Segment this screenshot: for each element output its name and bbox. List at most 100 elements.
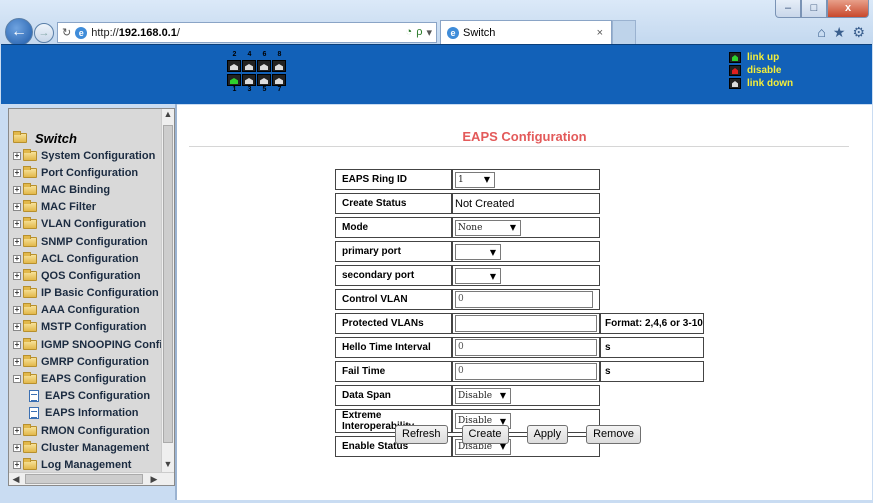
secondary-port-select[interactable]: ▼ (455, 268, 501, 284)
port-5-icon[interactable] (257, 74, 271, 86)
tab-switch[interactable]: e Switch × (440, 20, 612, 44)
control-vlan-input[interactable]: 0 (455, 291, 593, 308)
new-tab-button[interactable] (612, 20, 636, 44)
expand-icon[interactable]: + (13, 323, 21, 332)
tree-root[interactable]: Switch (9, 129, 162, 147)
create-button[interactable]: Create (461, 425, 509, 444)
expand-icon[interactable]: + (13, 460, 21, 469)
remove-button[interactable]: Remove (586, 425, 642, 444)
expand-icon[interactable]: + (13, 203, 21, 212)
port-2-icon[interactable] (227, 60, 241, 72)
port-4-icon[interactable] (242, 60, 256, 72)
port-8-icon[interactable] (272, 60, 286, 72)
forward-button[interactable]: → (34, 23, 54, 43)
port-numbers-bottom: 1 3 5 7 (227, 86, 307, 95)
folder-icon (23, 457, 37, 470)
chevron-down-icon: ▼ (489, 247, 497, 257)
expand-icon[interactable]: + (13, 185, 21, 194)
scroll-thumb[interactable] (25, 474, 143, 484)
nav-mac-binding[interactable]: + MAC Binding (9, 181, 162, 198)
nav-rmon-configuration[interactable]: + RMON Configuration (9, 422, 162, 439)
compat-icon[interactable]: ◔ (406, 26, 413, 39)
address-actions: ◔ ρ ▾ (406, 26, 436, 39)
nav-acl-configuration[interactable]: + ACL Configuration (9, 250, 162, 267)
nav-system-configuration[interactable]: + System Configuration (9, 147, 162, 164)
folder-icon (23, 182, 37, 195)
back-button[interactable]: ← (5, 18, 33, 46)
nav-eaps-configuration[interactable]: EAPS Configuration (9, 388, 162, 405)
expand-icon[interactable]: + (13, 254, 21, 263)
scroll-right-icon[interactable]: ▶ (147, 473, 161, 485)
nav-igmp-snooping[interactable]: + IGMP SNOOPING Confi (9, 336, 162, 353)
hello-time-input[interactable]: 0 (455, 339, 597, 356)
nav-aaa-configuration[interactable]: + AAA Configuration (9, 302, 162, 319)
port-number: 4 (247, 51, 252, 58)
nav-log-management[interactable]: + Log Management (9, 456, 162, 473)
search-icon[interactable]: ρ (416, 26, 422, 39)
protected-vlans-label: Protected VLANs (335, 313, 452, 334)
scroll-thumb[interactable] (163, 125, 173, 443)
folder-icon (23, 251, 37, 264)
nav-snmp-configuration[interactable]: + SNMP Configuration (9, 233, 162, 250)
row-ring-id: EAPS Ring ID 1 ▼ (335, 169, 704, 190)
scroll-down-icon[interactable]: ▼ (162, 459, 174, 473)
mode-select[interactable]: None ▼ (455, 219, 521, 236)
ring-id-select[interactable]: 1 ▼ (455, 171, 495, 188)
nav-eaps-configuration-folder[interactable]: − EAPS Configuration (9, 370, 162, 387)
dropdown-icon[interactable]: ▾ (426, 26, 432, 39)
expand-icon[interactable]: + (13, 237, 21, 246)
nav-label: IGMP SNOOPING Confi (41, 338, 162, 351)
expand-icon[interactable]: + (13, 151, 21, 160)
port-6-icon[interactable] (257, 60, 271, 72)
row-create-status: Create Status Not Created (335, 193, 704, 214)
gear-icon[interactable]: ⚙ (852, 24, 865, 41)
port-number: 6 (262, 51, 267, 58)
nav-port-configuration[interactable]: + Port Configuration (9, 164, 162, 181)
primary-port-select[interactable]: ▼ (455, 244, 501, 260)
sidebar-vertical-scrollbar[interactable]: ▲ ▼ (161, 109, 174, 473)
legend-link-down: link down (729, 77, 793, 90)
refresh-button[interactable]: Refresh (395, 425, 448, 444)
data-span-select[interactable]: Disable ▼ (455, 387, 511, 404)
collapse-icon[interactable]: − (13, 375, 21, 384)
expand-icon[interactable]: + (13, 443, 21, 452)
expand-icon[interactable]: + (13, 168, 21, 177)
minimize-button[interactable]: – (775, 0, 801, 18)
scroll-left-icon[interactable]: ◀ (9, 473, 23, 485)
port-legend: link up disable link down (729, 51, 793, 90)
expand-icon[interactable]: + (13, 357, 21, 366)
expand-icon[interactable]: + (13, 220, 21, 229)
port-1-icon[interactable] (227, 74, 241, 86)
fail-time-input[interactable]: 0 (455, 363, 597, 380)
nav-mstp-configuration[interactable]: + MSTP Configuration (9, 319, 162, 336)
port-7-icon[interactable] (272, 74, 286, 86)
maximize-button[interactable]: □ (801, 0, 827, 18)
nav-label: MSTP Configuration (41, 321, 147, 334)
expand-icon[interactable]: + (13, 340, 21, 349)
expand-icon[interactable]: + (13, 306, 21, 315)
nav-ip-basic-configuration[interactable]: + IP Basic Configuration (9, 285, 162, 302)
legend-link-up: link up (729, 51, 793, 64)
nav-vlan-configuration[interactable]: + VLAN Configuration (9, 216, 162, 233)
port-3-icon[interactable] (242, 74, 256, 86)
star-icon[interactable]: ★ (833, 24, 846, 41)
port-number: 5 (262, 86, 267, 93)
expand-icon[interactable]: + (13, 289, 21, 298)
nav-gmrp-configuration[interactable]: + GMRP Configuration (9, 353, 162, 370)
nav-qos-configuration[interactable]: + QOS Configuration (9, 267, 162, 284)
close-window-button[interactable]: x (827, 0, 869, 18)
nav-mac-filter[interactable]: + MAC Filter (9, 199, 162, 216)
home-icon[interactable]: ⌂ (817, 24, 825, 41)
expand-icon[interactable]: + (13, 426, 21, 435)
refresh-icon[interactable]: ↻ (62, 26, 71, 39)
sidebar-horizontal-scrollbar[interactable]: ◀ ▶ (9, 472, 174, 485)
row-hello-time: Hello Time Interval 0 s (335, 337, 704, 358)
nav-eaps-information[interactable]: EAPS Information (9, 405, 162, 422)
apply-button[interactable]: Apply (526, 425, 569, 444)
nav-cluster-management[interactable]: + Cluster Management (9, 439, 162, 456)
protected-vlans-input[interactable] (455, 315, 597, 332)
expand-icon[interactable]: + (13, 271, 21, 280)
address-bar[interactable]: ↻ e http://192.168.0.1/ ◔ ρ ▾ (57, 22, 437, 43)
scroll-up-icon[interactable]: ▲ (162, 109, 174, 123)
tab-close-icon[interactable]: × (597, 27, 603, 39)
